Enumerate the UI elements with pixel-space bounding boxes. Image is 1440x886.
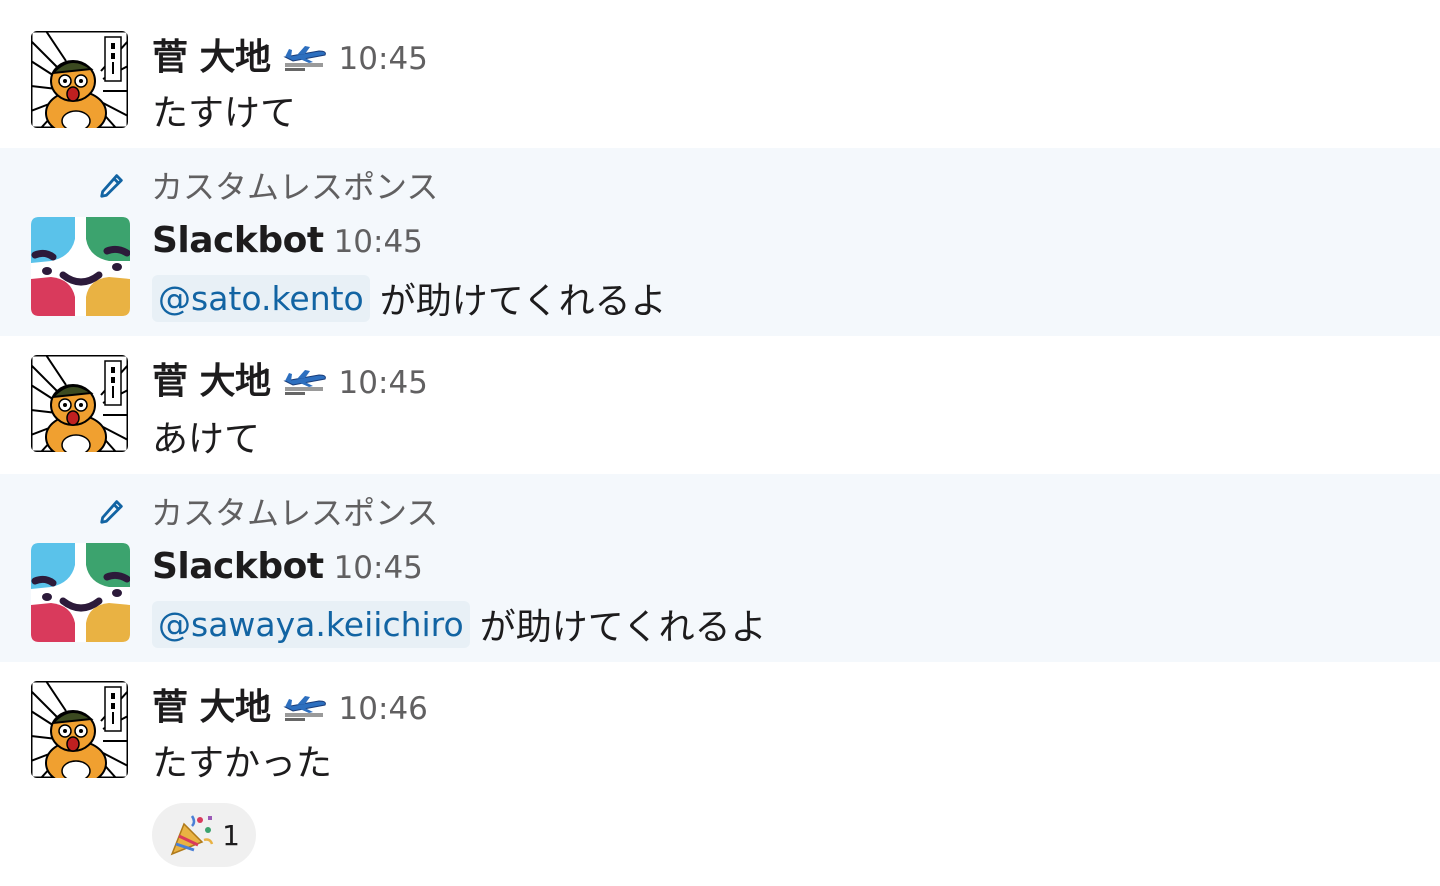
message-text: @sawaya.keiichiro が助けてくれるよ <box>152 598 767 650</box>
reaction-button[interactable]: 1 <box>152 803 256 867</box>
user-mention[interactable]: @sawaya.keiichiro <box>152 600 470 648</box>
message-text: あけて <box>152 419 261 460</box>
airplane-icon <box>283 693 327 723</box>
airplane-icon <box>283 43 327 73</box>
custom-response-text: カスタムレスポンス <box>151 494 439 532</box>
user-mention[interactable]: @sato.kento <box>152 274 370 322</box>
username[interactable]: 菅 大地 <box>152 678 271 730</box>
message-row[interactable]: 菅 大地 10:45 あけて <box>0 336 1440 474</box>
avatar[interactable] <box>31 681 128 778</box>
avatar[interactable] <box>31 543 130 642</box>
username[interactable]: Slackbot <box>152 220 324 261</box>
timestamp[interactable]: 10:45 <box>339 365 428 401</box>
custom-response-label: カスタムレスポンス <box>98 488 438 534</box>
avatar[interactable] <box>31 217 130 316</box>
message-row[interactable]: カスタムレスポンス Slackbot 10:45 @sato.kento が助け… <box>0 148 1440 336</box>
pencil-icon <box>100 500 123 524</box>
party-popper-icon <box>170 814 214 856</box>
timestamp[interactable]: 10:45 <box>334 224 423 260</box>
message-row[interactable]: カスタムレスポンス Slackbot 10:45 @sawaya.keiichi… <box>0 474 1440 662</box>
message-row[interactable]: 菅 大地 10:45 たすけて <box>0 0 1440 148</box>
avatar[interactable] <box>31 355 128 452</box>
username[interactable]: 菅 大地 <box>152 352 271 404</box>
message-text: たすけて <box>152 93 297 134</box>
avatar[interactable] <box>31 31 128 128</box>
username[interactable]: Slackbot <box>152 546 324 587</box>
airplane-icon <box>283 367 327 397</box>
pencil-icon <box>100 174 123 198</box>
message-text: たすかった <box>152 743 333 784</box>
timestamp[interactable]: 10:46 <box>339 691 428 727</box>
timestamp[interactable]: 10:45 <box>334 550 423 586</box>
reaction-count: 1 <box>222 818 240 852</box>
timestamp[interactable]: 10:45 <box>339 41 428 77</box>
message-text: @sato.kento が助けてくれるよ <box>152 272 667 324</box>
custom-response-text: カスタムレスポンス <box>151 168 439 206</box>
username[interactable]: 菅 大地 <box>152 28 271 80</box>
custom-response-label: カスタムレスポンス <box>98 162 438 208</box>
